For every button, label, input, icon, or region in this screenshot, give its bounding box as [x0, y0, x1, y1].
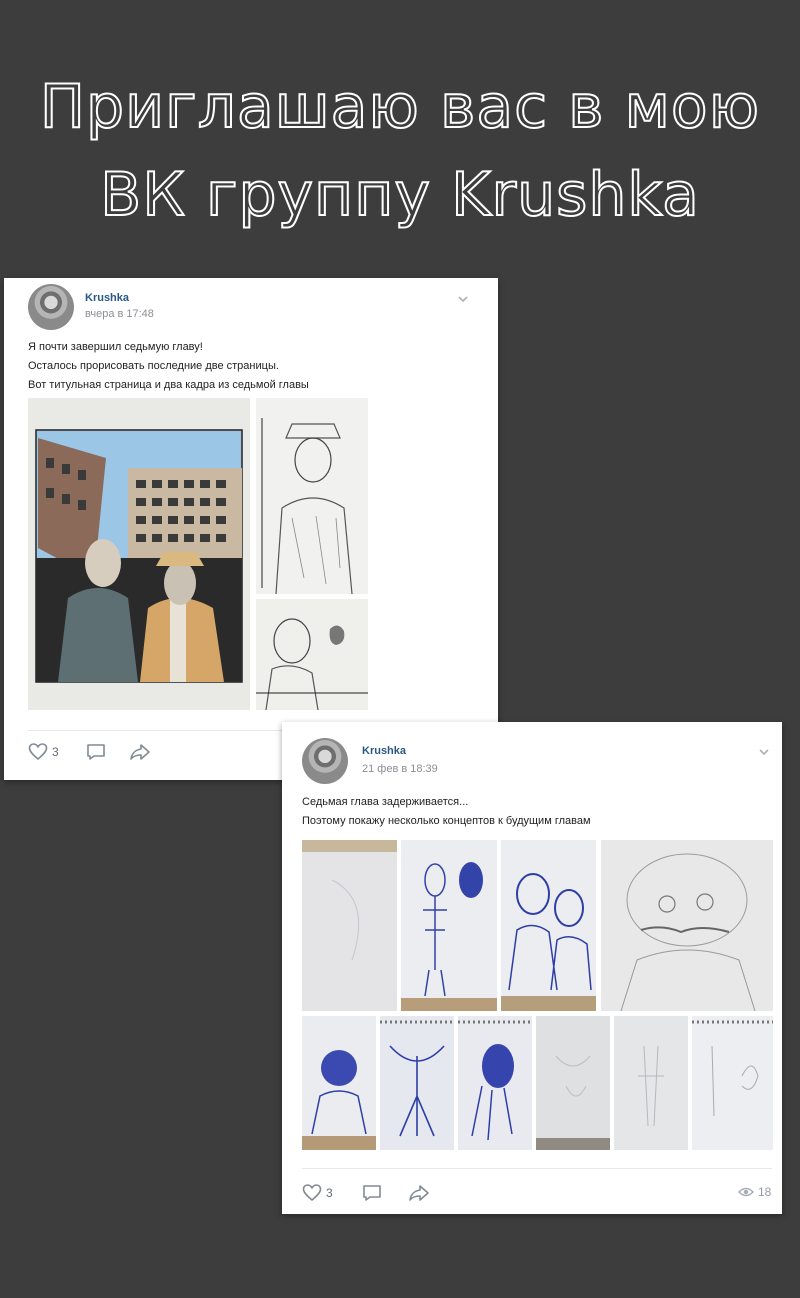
concept-photo[interactable]: [401, 840, 497, 1011]
like-count: 3: [326, 1186, 333, 1200]
comment-icon: [87, 744, 105, 760]
concept-photo[interactable]: [302, 840, 397, 1011]
heart-icon: [28, 743, 48, 761]
post-text-line: Вот титульная страница и два кадра из се…: [28, 379, 309, 391]
post-card-1: Krushka вчера в 17:48 Я почти завершил с…: [4, 278, 498, 780]
comment-icon: [363, 1185, 381, 1201]
author-avatar[interactable]: [302, 738, 348, 784]
headline-line-2: ВК группу Krushka: [99, 159, 700, 231]
concept-photo[interactable]: [692, 1016, 773, 1150]
concept-photo[interactable]: [601, 840, 773, 1011]
chevron-down-icon[interactable]: [756, 745, 772, 761]
post-text-line: Осталось прорисовать последние две стран…: [28, 360, 279, 372]
post-text: Седьмая глава задерживается... Поэтому п…: [302, 793, 591, 831]
author-avatar[interactable]: [28, 284, 74, 330]
author-name[interactable]: Krushka: [85, 292, 129, 304]
views-count: 18: [758, 1185, 772, 1199]
post-photo-sketch-2[interactable]: [256, 599, 368, 710]
comment-button[interactable]: [362, 1184, 382, 1202]
share-icon: [409, 1185, 429, 1201]
concept-photo[interactable]: [536, 1016, 610, 1150]
headline-line-1: Приглашаю вас в мою: [39, 71, 761, 143]
post-text: Я почти завершил седьмую главу! Осталось…: [28, 338, 309, 395]
post-card-2: Krushka 21 фев в 18:39 Седьмая глава зад…: [282, 722, 782, 1214]
like-button[interactable]: 3: [28, 743, 59, 761]
concept-photo[interactable]: [380, 1016, 454, 1150]
post-time[interactable]: 21 фев в 18:39: [362, 763, 438, 775]
like-count: 3: [52, 745, 59, 759]
heart-icon: [302, 1184, 322, 1202]
concept-photo[interactable]: [458, 1016, 532, 1150]
share-icon: [130, 744, 150, 760]
post-divider: [302, 1168, 772, 1169]
comment-button[interactable]: [86, 743, 106, 761]
author-name[interactable]: Krushka: [362, 745, 406, 757]
post-photo-main[interactable]: [28, 398, 250, 710]
post-text-line: Поэтому покажу несколько концептов к буд…: [302, 815, 591, 827]
views-counter: 18: [738, 1185, 771, 1199]
post-time[interactable]: вчера в 17:48: [85, 308, 154, 320]
concept-photo[interactable]: [501, 840, 596, 1011]
share-button[interactable]: [129, 743, 151, 761]
concept-photo[interactable]: [302, 1016, 376, 1150]
like-button[interactable]: 3: [302, 1184, 333, 1202]
eye-icon: [738, 1187, 754, 1197]
chevron-down-icon[interactable]: [455, 292, 471, 308]
post-text-line: Седьмая глава задерживается...: [302, 796, 469, 808]
share-button[interactable]: [408, 1184, 430, 1202]
concept-photo[interactable]: [614, 1016, 688, 1150]
post-photo-sketch-1[interactable]: [256, 398, 368, 594]
post-text-line: Я почти завершил седьмую главу!: [28, 341, 203, 353]
